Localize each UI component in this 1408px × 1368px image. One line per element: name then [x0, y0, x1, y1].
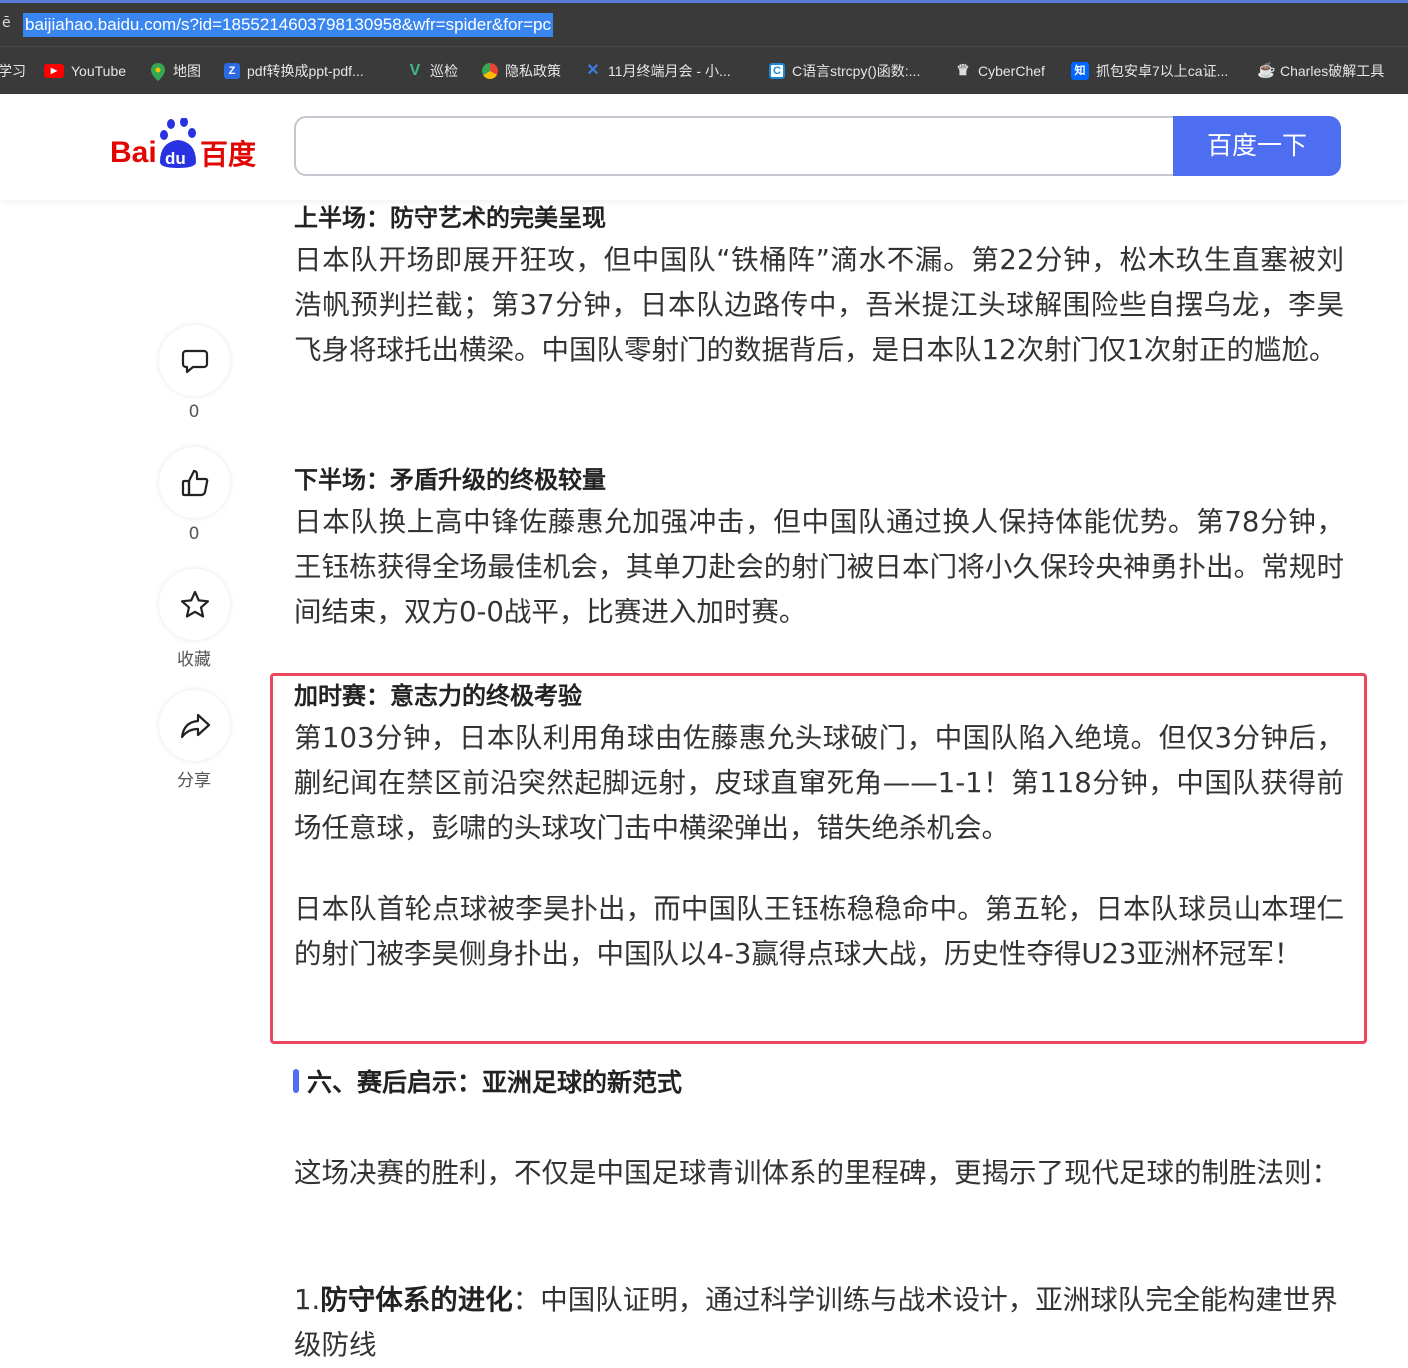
collect-label: 收藏 — [177, 650, 211, 670]
bookmark-privacy[interactable]: 隐私政策 — [482, 61, 561, 81]
like-count: 0 — [188, 524, 200, 544]
bookmark-label: 学习 — [0, 63, 26, 79]
chef-hat-icon: ♛ — [956, 62, 970, 79]
logo-text-right: 百度 — [200, 138, 256, 170]
charles-icon: ☕ — [1257, 62, 1276, 79]
vue-icon: V — [409, 62, 421, 79]
address-bar[interactable]: ē baijiahao.baidu.com/s?id=1855214603798… — [0, 0, 1408, 46]
bookmark-label: pdf转换成ppt-pdf... — [247, 63, 364, 79]
c-icon: C — [769, 63, 785, 79]
search-button[interactable]: 百度一下 — [1173, 116, 1341, 176]
youtube-icon: ▶ — [44, 64, 64, 78]
search-input[interactable] — [294, 116, 1174, 176]
list-number: 1. — [294, 1284, 321, 1316]
section-six-intro: 这场决赛的胜利，不仅是中国足球青训体系的里程碑，更揭示了现代足球的制胜法则： — [294, 1157, 1339, 1189]
bookmark-label: 11月终端月会 - 小... — [608, 63, 731, 79]
bookmark-youtube[interactable]: ▶ YouTube — [44, 61, 126, 81]
thumbs-up-icon — [181, 469, 208, 496]
bookmark-label: 隐私政策 — [505, 63, 561, 79]
url-field[interactable]: baijiahao.baidu.com/s?id=185521460379813… — [23, 13, 553, 37]
share-label: 分享 — [177, 771, 211, 791]
comment-icon — [181, 349, 208, 373]
baidu-logo[interactable]: Bai du 百度 — [108, 117, 268, 171]
bookmark-label: 抓包安卓7以上ca证... — [1096, 63, 1229, 79]
maps-pin-icon — [150, 63, 166, 81]
chrome-icon — [482, 63, 498, 79]
penalty-paragraph: 日本队首轮点球被李昊扑出，而中国队王钰栋稳稳命中。第五轮，日本队球员山本理仁的射… — [294, 893, 1344, 970]
share-button[interactable] — [159, 690, 230, 761]
section-six-heading: 六、赛后启示：亚洲足球的新范式 — [293, 1063, 682, 1099]
bookmark-ca-cert[interactable]: 知 抓包安卓7以上ca证... — [1071, 61, 1228, 81]
bookmark-label: YouTube — [71, 63, 127, 79]
comment-count: 0 — [188, 402, 200, 422]
first-half-paragraph: 日本队开场即展开狂攻，但中国队“铁桶阵”滴水不漏。第22分钟，松木玖生直塞被刘浩… — [294, 244, 1344, 366]
x-icon: ✕ — [586, 62, 600, 79]
list-item: 1.防守体系的进化：中国队证明，通过科学训练与战术设计，亚洲球队完全能构建世界级… — [294, 1278, 1344, 1368]
section-six-title: 六、赛后启示：亚洲足球的新范式 — [307, 1068, 683, 1097]
site-info-icon[interactable]: ē — [2, 15, 11, 31]
zhihu-icon: 知 — [1071, 62, 1089, 80]
collect-button[interactable] — [159, 569, 230, 640]
second-half-heading: 下半场：矛盾升级的终极较量 — [294, 466, 606, 494]
bookmark-charles[interactable]: ☕ Charles破解工具 — [1257, 61, 1384, 81]
second-half-paragraph: 日本队换上高中锋佐藤惠允加强冲击，但中国队通过换人保持体能优势。第78分钟，王钰… — [294, 506, 1344, 628]
list-item-bold: 防守体系的进化 — [320, 1284, 513, 1316]
share-icon — [180, 713, 210, 738]
star-icon — [180, 590, 209, 618]
extra-time-paragraph: 第103分钟，日本队利用角球由佐藤惠允头球破门，中国队陷入绝境。但仅3分钟后，蒯… — [294, 722, 1344, 844]
bookmark-pdf[interactable]: Z pdf转换成ppt-pdf... — [224, 61, 364, 81]
bookmark-strcpy[interactable]: C C语言strcpy()函数:... — [769, 61, 920, 81]
like-button[interactable] — [159, 447, 230, 518]
bookmark-monthly-meeting[interactable]: ✕ 11月终端月会 - 小... — [585, 61, 731, 81]
bookmark-cyberchef[interactable]: ♛ CyberChef — [955, 61, 1045, 81]
bookmark-label: C语言strcpy()函数:... — [792, 63, 921, 79]
comment-button[interactable] — [159, 325, 230, 396]
bookmark-label: CyberChef — [978, 63, 1045, 79]
bookmark-maps[interactable]: 地图 — [150, 61, 201, 81]
bookmarks-bar: 学习 ▶ YouTube 地图 Z pdf转换成ppt-pdf... V 巡检 … — [0, 46, 1408, 94]
first-half-heading: 上半场：防守艺术的完美呈现 — [294, 204, 606, 232]
bookmark-inspection[interactable]: V 巡检 — [407, 61, 458, 81]
extra-time-heading: 加时赛：意志力的终极考验 — [294, 682, 582, 710]
bookmark-label: 地图 — [173, 63, 201, 79]
bookmark-label: 巡检 — [430, 63, 458, 79]
bookmark-study[interactable]: 学习 — [0, 61, 26, 81]
bookmark-label: Charles破解工具 — [1280, 63, 1385, 79]
site-header: Bai du 百度 百度一下 — [0, 94, 1408, 200]
logo-text-left: Bai — [110, 136, 157, 169]
logo-text-mid: du — [165, 149, 186, 168]
heading-accent-bar — [293, 1069, 299, 1093]
z-icon: Z — [224, 63, 240, 79]
